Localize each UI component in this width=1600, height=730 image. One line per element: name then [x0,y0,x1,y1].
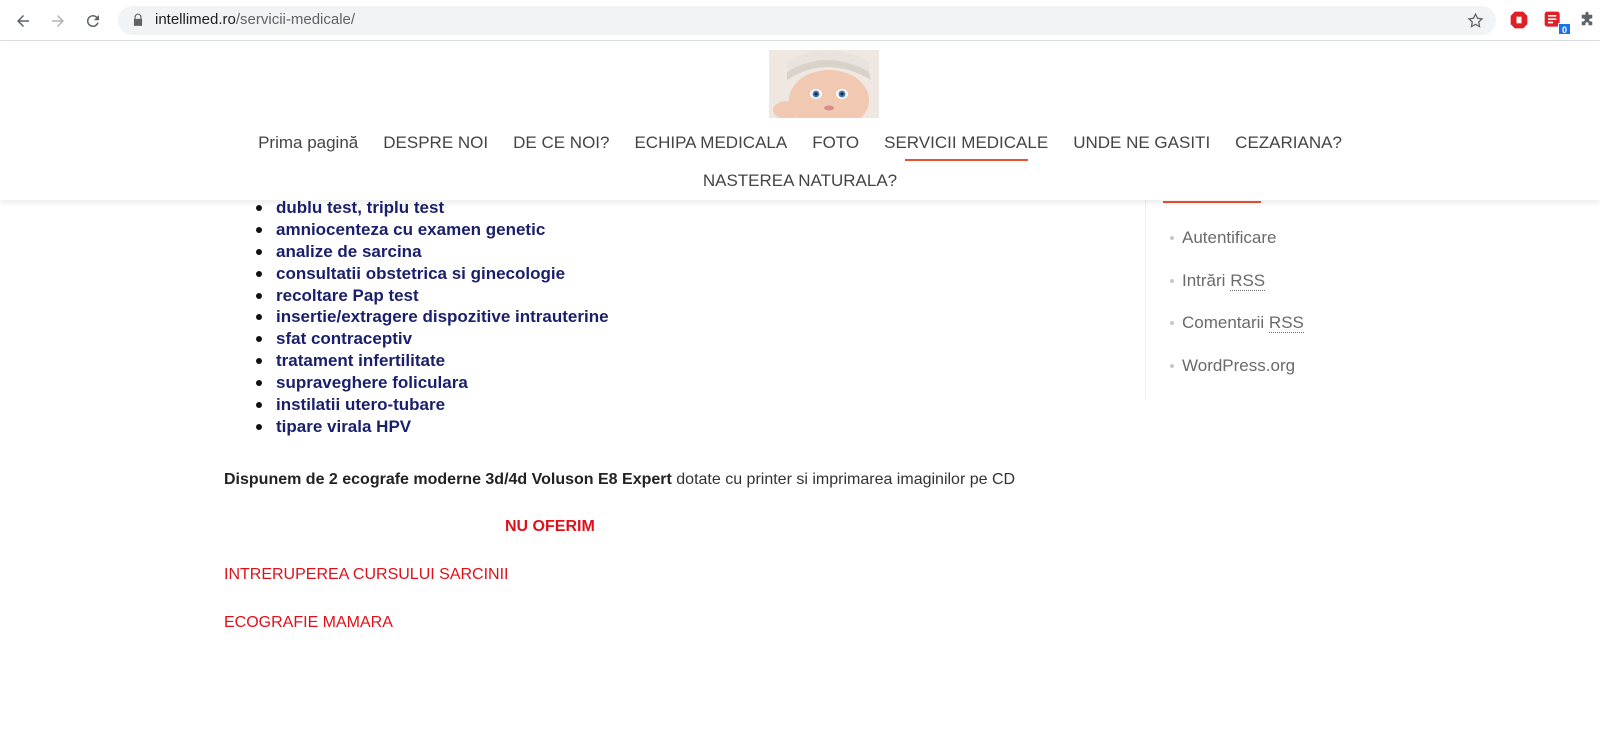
menu-item-de-ce-noi[interactable]: DE CE NOI? [501,132,622,154]
sidebar-link-comments-rss[interactable]: Comentarii RSS [1170,312,1304,355]
arrow-right-icon [52,15,64,27]
baby-logo-image [769,50,879,118]
url-text: intellimed.ro/servicii-medicale/ [155,11,355,28]
rss-abbr: RSS [1230,270,1266,291]
adblock-extension-icon[interactable] [1509,10,1529,30]
ultrasound-equipment-text: Dispunem de 2 ecografe moderne 3d/4d Vol… [224,471,1015,489]
rss-abbr: RSS [1268,313,1304,333]
reload-icon [86,15,99,28]
main-menu: Prima pagină DESPRE NOI DE CE NOI? ECHIP… [0,132,1600,161]
sidebar-link-entries-rss[interactable]: Intrări RSS [1170,270,1304,313]
meta-links: Autentificare Intrări RSS Comentarii RSS… [1170,227,1304,397]
site-header: Prima pagină DESPRE NOI DE CE NOI? ECHIP… [0,42,1600,200]
extension-badge: 0 [1558,23,1571,35]
sidebar-meta-widget: Autentificare Intrări RSS Comentarii RSS… [1145,180,1445,400]
ultrasound-equipment-rest: dotate cu printer si imprimarea imaginil… [671,471,1016,488]
menu-item-foto[interactable]: FOTO [800,132,872,154]
url-host: intellimed.ro [155,11,236,28]
list-item: dublu test, triplu test [256,197,609,219]
main-menu-second-row: NASTEREA NATURALA? [0,170,1600,192]
forward-button[interactable] [45,8,71,34]
reload-button[interactable] [80,8,106,34]
sidebar-link-label: Comentarii [1182,313,1269,332]
lock-icon [133,13,143,26]
list-item: tipare virala HPV [256,416,609,438]
not-offered-heading: NU OFERIM [505,518,595,535]
sidebar-link-autentificare[interactable]: Autentificare [1170,227,1304,270]
not-offered-item: INTRERUPEREA CURSULUI SARCINII [224,566,509,583]
address-bar[interactable]: intellimed.ro/servicii-medicale/ [118,6,1496,35]
menu-item-prima-pagina[interactable]: Prima pagină [246,132,371,154]
menu-item-echipa-medicala[interactable]: ECHIPA MEDICALA [622,132,800,154]
menu-item-nasterea-naturala[interactable]: NASTEREA NATURALA? [690,170,909,192]
list-item: recoltare Pap test [256,285,609,307]
site-logo[interactable] [769,50,879,118]
arrow-left-icon [17,15,29,27]
menu-item-cezariana[interactable]: CEZARIANA? [1223,132,1355,154]
not-offered-item: ECOGRAFIE MAMARA [224,614,393,631]
back-button[interactable] [10,8,36,34]
list-item: supraveghere foliculara [256,372,609,394]
sidebar-link-label: WordPress.org [1182,355,1296,375]
ultrasound-equipment-bold: Dispunem de 2 ecografe moderne 3d/4d Vol… [224,471,672,488]
sidebar-link-label: Intrări [1182,270,1231,290]
menu-item-despre-noi[interactable]: DESPRE NOI [371,132,501,154]
list-item: analize de sarcina [256,241,609,263]
sidebar-link-wordpress[interactable]: WordPress.org [1170,355,1304,398]
list-item: instilatii utero-tubare [256,394,609,416]
widget-title-underline [1163,201,1261,203]
list-item: sfat contraceptiv [256,328,609,350]
services-list: dublu test, triplu test amniocenteza cu … [256,197,609,438]
bookmark-star-icon[interactable] [1467,12,1484,29]
browser-toolbar: intellimed.ro/servicii-medicale/ 0 [0,0,1600,41]
list-item: consultatii obstetrica si ginecologie [256,263,609,285]
sidebar-link-label: Autentificare [1182,228,1277,247]
menu-item-unde-ne-gasiti[interactable]: UNDE NE GASITI [1061,132,1223,154]
url-path: /servicii-medicale/ [235,11,356,28]
list-item: insertie/extragere dispozitive intrauter… [256,307,609,327]
menu-item-servicii-medicale[interactable]: SERVICII MEDICALE [872,132,1061,161]
list-item: tratament infertilitate [256,350,609,372]
puzzle-extensions-icon[interactable] [1578,11,1596,29]
list-item: amniocenteza cu examen genetic [256,219,609,241]
